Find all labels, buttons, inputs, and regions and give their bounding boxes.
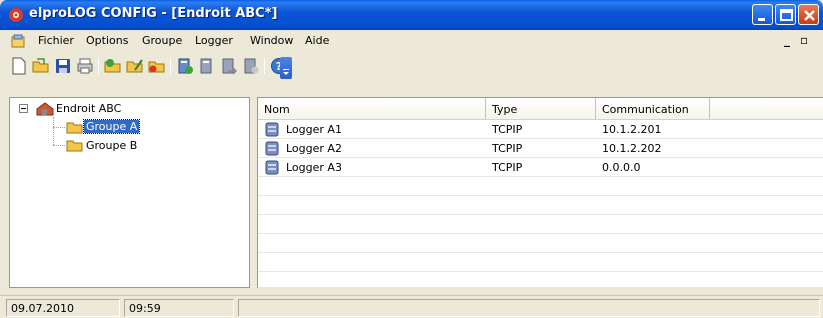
menu-aide[interactable]: Aide xyxy=(305,34,329,47)
cell-communication: 0.0.0.0 xyxy=(602,161,641,174)
cell-type: TCPIP xyxy=(492,142,523,155)
logger-list[interactable]: Nom Type Communication Logger A1 TCPIP 1… xyxy=(257,97,823,288)
move-logger-icon[interactable] xyxy=(220,57,238,75)
logger-icon xyxy=(265,141,279,156)
mdi-minimize-button[interactable]: _ xyxy=(784,33,790,47)
edit-logger-icon[interactable] xyxy=(198,57,216,75)
add-logger-icon[interactable] xyxy=(176,57,194,75)
empty-row xyxy=(258,177,823,196)
column-header-type[interactable]: Type xyxy=(486,98,596,119)
minimize-button[interactable] xyxy=(752,4,773,25)
menu-groupe[interactable]: Groupe xyxy=(142,34,182,47)
toolbar-separator xyxy=(170,58,171,74)
empty-row xyxy=(258,272,823,288)
chevron-down-icon xyxy=(283,69,289,75)
edit-group-icon[interactable] xyxy=(126,57,144,75)
status-time: 09:59 xyxy=(124,299,234,317)
status-bar: 09.07.2010 09:59 xyxy=(0,295,823,318)
menu-fichier[interactable]: Fichier xyxy=(38,34,74,47)
app-icon xyxy=(9,8,23,22)
tree-line xyxy=(53,117,54,145)
cell-nom: Logger A2 xyxy=(286,142,342,155)
column-header-empty xyxy=(710,98,823,119)
empty-row xyxy=(258,215,823,234)
group-tree[interactable]: Endroit ABC Groupe A Groupe B xyxy=(9,97,250,288)
cell-type: TCPIP xyxy=(492,161,523,174)
close-button[interactable] xyxy=(798,4,819,25)
table-row[interactable]: Logger A2 TCPIP 10.1.2.202 xyxy=(258,139,823,158)
toolbar-separator xyxy=(98,58,99,74)
cell-nom: Logger A1 xyxy=(286,123,342,136)
toolbar-separator xyxy=(264,58,265,74)
window-title: elproLOG CONFIG - [Endroit ABC*] xyxy=(29,6,278,21)
print-icon[interactable] xyxy=(76,57,94,75)
save-icon[interactable] xyxy=(54,57,72,75)
close-icon xyxy=(804,10,815,21)
new-file-icon[interactable] xyxy=(10,57,28,75)
menu-logger[interactable]: Logger xyxy=(195,34,233,47)
table-row[interactable]: Logger A3 TCPIP 0.0.0.0 xyxy=(258,158,823,177)
minimize-icon xyxy=(758,18,765,21)
tree-line xyxy=(53,145,65,146)
folder-icon xyxy=(66,122,83,134)
tree-label-groupe-b: Groupe B xyxy=(86,139,138,152)
add-group-icon[interactable] xyxy=(104,57,122,75)
mdi-restore-button[interactable]: ▫ xyxy=(800,33,808,47)
location-icon xyxy=(36,102,54,116)
cell-communication: 10.1.2.202 xyxy=(602,142,662,155)
status-date: 09.07.2010 xyxy=(6,299,120,317)
column-header-communication[interactable]: Communication xyxy=(596,98,710,119)
tree-line xyxy=(53,127,65,128)
delete-group-icon[interactable] xyxy=(148,57,166,75)
toolbar-overflow-chevron[interactable] xyxy=(280,57,292,79)
maximize-icon xyxy=(780,9,793,21)
menu-options[interactable]: Options xyxy=(86,34,128,47)
maximize-button[interactable] xyxy=(775,4,796,25)
cell-communication: 10.1.2.201 xyxy=(602,123,662,136)
tree-label-root: Endroit ABC xyxy=(56,102,122,115)
tree-label-groupe-a: Groupe A xyxy=(82,119,141,134)
table-row[interactable]: Logger A1 TCPIP 10.1.2.201 xyxy=(258,120,823,139)
menu-bar: Fichier Options Groupe Logger Window Aid… xyxy=(0,30,823,52)
empty-row xyxy=(258,196,823,215)
list-header: Nom Type Communication xyxy=(258,98,823,120)
logger-icon xyxy=(265,122,279,137)
cell-type: TCPIP xyxy=(492,123,523,136)
menu-window[interactable]: Window xyxy=(250,34,293,47)
logger-icon xyxy=(265,160,279,175)
column-header-nom[interactable]: Nom xyxy=(258,98,486,119)
title-bar[interactable]: elproLOG CONFIG - [Endroit ABC*] xyxy=(0,0,823,30)
status-message xyxy=(238,299,820,317)
empty-row xyxy=(258,253,823,272)
open-folder-icon[interactable] xyxy=(32,57,50,75)
tree-collapse-toggle[interactable] xyxy=(19,104,28,113)
toolbar: ? xyxy=(10,53,345,79)
empty-row xyxy=(258,234,823,253)
folder-icon xyxy=(66,140,83,152)
delete-logger-icon[interactable] xyxy=(242,57,260,75)
cell-nom: Logger A3 xyxy=(286,161,342,174)
document-icon[interactable] xyxy=(10,33,26,49)
